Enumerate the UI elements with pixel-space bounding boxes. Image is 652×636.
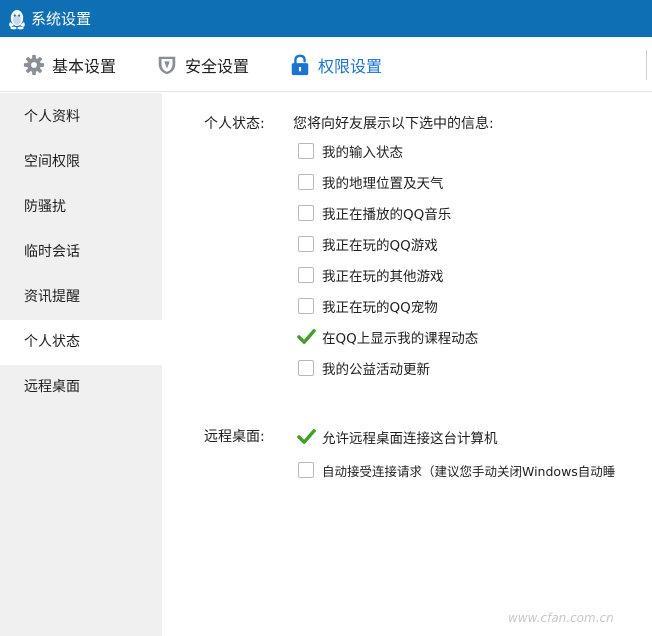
gear-icon — [23, 54, 45, 75]
qq-pet-checkbox[interactable] — [298, 298, 314, 314]
checkbox-row-course-activity[interactable]: 在QQ上显示我的课程动态 — [297, 327, 479, 347]
sidebar-item-profile[interactable]: 个人资料 — [0, 95, 162, 140]
sidebar-item-news-alerts[interactable]: 资讯提醒 — [0, 275, 162, 320]
auto-accept-label: 自动接受连接请求（建议您手动关闭Windows自动睡 — [322, 463, 616, 479]
location-weather-checkbox[interactable] — [298, 174, 314, 190]
checkbox-row-qq-game[interactable]: 我正在玩的QQ游戏 — [298, 234, 438, 254]
sidebar: 个人资料 空间权限 防骚扰 临时会话 资讯提醒 个人状态 远程桌面 — [0, 93, 162, 636]
checkbox-row-location-weather[interactable]: 我的地理位置及天气 — [298, 172, 444, 192]
personal-status-description: 您将向好友展示以下选中的信息: — [293, 116, 494, 132]
qq-music-checkbox[interactable] — [298, 205, 314, 221]
input-status-checkbox[interactable] — [298, 143, 314, 159]
tab-security-settings[interactable]: 安全设置 — [156, 37, 249, 92]
tab-security-settings-label: 安全设置 — [185, 56, 250, 76]
lock-icon — [291, 54, 309, 75]
sidebar-item-remote-desktop[interactable]: 远程桌面 — [0, 365, 162, 410]
tab-basic-settings[interactable]: 基本设置 — [23, 37, 116, 92]
checkbox-row-input-status[interactable]: 我的输入状态 — [298, 141, 403, 161]
checkbox-row-qq-pet[interactable]: 我正在玩的QQ宠物 — [298, 296, 438, 316]
sidebar-item-anti-harassment[interactable]: 防骚扰 — [0, 185, 162, 230]
charity-updates-label: 我的公益活动更新 — [322, 362, 430, 378]
allow-remote-checkbox[interactable] — [297, 429, 316, 445]
shield-icon — [158, 56, 176, 74]
sidebar-item-personal-status[interactable]: 个人状态 — [0, 320, 162, 365]
auto-accept-checkbox[interactable] — [298, 462, 314, 478]
other-game-label: 我正在玩的其他游戏 — [322, 269, 444, 285]
checkbox-row-auto-accept[interactable]: 自动接受连接请求（建议您手动关闭Windows自动睡 — [298, 460, 652, 480]
qq-game-checkbox[interactable] — [298, 236, 314, 252]
watermark: www.cfan.com.cn — [508, 611, 614, 625]
allow-remote-label: 允许远程桌面连接这台计算机 — [322, 431, 498, 447]
remote-desktop-label: 远程桌面: — [204, 429, 265, 445]
personal-status-label: 个人状态: — [204, 116, 265, 132]
settings-content: 个人状态: 您将向好友展示以下选中的信息: 我的输入状态 我的地理位置及天气 我… — [162, 93, 652, 636]
location-weather-label: 我的地理位置及天气 — [322, 176, 444, 192]
sidebar-item-temporary-chat[interactable]: 临时会话 — [0, 230, 162, 275]
other-game-checkbox[interactable] — [298, 267, 314, 283]
tab-permission-settings-label: 权限设置 — [318, 56, 383, 76]
course-activity-label: 在QQ上显示我的课程动态 — [322, 331, 479, 347]
sidebar-item-space-permission[interactable]: 空间权限 — [0, 140, 162, 185]
tab-bar-divider — [646, 50, 647, 80]
tab-permission-settings[interactable]: 权限设置 — [289, 37, 382, 92]
qq-pet-label: 我正在玩的QQ宠物 — [322, 300, 438, 316]
checkmark-icon — [297, 329, 316, 344]
input-status-label: 我的输入状态 — [322, 145, 403, 161]
checkmark-icon — [297, 429, 316, 444]
checkbox-row-allow-remote[interactable]: 允许远程桌面连接这台计算机 — [297, 427, 498, 447]
charity-updates-checkbox[interactable] — [298, 360, 314, 376]
checkbox-row-other-game[interactable]: 我正在玩的其他游戏 — [298, 265, 444, 285]
qq-penguin-icon — [9, 10, 25, 30]
window-title: 系统设置 — [31, 10, 92, 28]
qq-music-label: 我正在播放的QQ音乐 — [322, 207, 452, 223]
settings-tab-bar: 基本设置 安全设置 权限设置 — [0, 37, 652, 92]
tab-basic-settings-label: 基本设置 — [52, 56, 117, 76]
checkbox-row-qq-music[interactable]: 我正在播放的QQ音乐 — [298, 203, 451, 223]
title-bar: 系统设置 — [0, 0, 652, 37]
course-activity-checkbox[interactable] — [297, 329, 316, 345]
checkbox-row-charity-updates[interactable]: 我的公益活动更新 — [298, 358, 430, 378]
qq-game-label: 我正在玩的QQ游戏 — [322, 238, 438, 254]
